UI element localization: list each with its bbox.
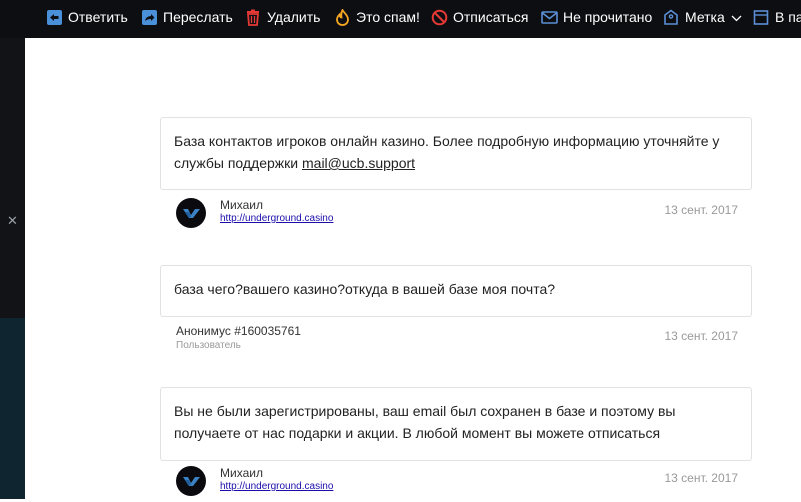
sidebar-background bbox=[0, 318, 25, 499]
unread-label: Не прочитано bbox=[563, 9, 653, 25]
support-email-link[interactable]: mail@ucb.support bbox=[302, 155, 415, 171]
unsubscribe-label: Отписаться bbox=[453, 9, 529, 25]
comment-date: 13 сент. 2017 bbox=[664, 203, 738, 217]
block-icon bbox=[430, 8, 448, 26]
forward-button[interactable]: Переслать bbox=[140, 0, 233, 34]
chevron-down-icon bbox=[731, 9, 742, 25]
comment-text: база чего?вашего казино?откуда в вашей б… bbox=[174, 281, 556, 297]
unsubscribe-button[interactable]: Отписаться bbox=[430, 0, 528, 34]
delete-label: Удалить bbox=[267, 9, 321, 25]
comment-author[interactable]: Михаил bbox=[220, 198, 263, 212]
comment-bubble: База контактов игроков онлайн казино. Бо… bbox=[160, 117, 752, 190]
flame-icon bbox=[333, 8, 351, 26]
forward-label: Переслать bbox=[163, 9, 233, 25]
mark-unread-button[interactable]: Не прочитано bbox=[540, 0, 652, 34]
folder-icon bbox=[752, 8, 770, 26]
forward-icon bbox=[140, 8, 158, 26]
comment-date: 13 сент. 2017 bbox=[664, 329, 738, 343]
author-site-link[interactable]: http://underground.casino bbox=[220, 481, 333, 492]
avatar[interactable] bbox=[176, 466, 206, 496]
reply-icon bbox=[45, 8, 63, 26]
close-icon[interactable]: ✕ bbox=[6, 214, 19, 227]
spam-label: Это спам! bbox=[356, 9, 420, 25]
reply-label: Ответить bbox=[68, 9, 128, 25]
comment-meta: Анонимус #160035761 Пользователь 13 сент… bbox=[176, 324, 738, 360]
comment-bubble: база чего?вашего казино?откуда в вашей б… bbox=[160, 265, 752, 317]
spam-button[interactable]: Это спам! bbox=[333, 0, 420, 34]
label-dropdown[interactable]: Метка bbox=[662, 0, 742, 34]
avatar[interactable] bbox=[176, 198, 206, 228]
folder-label: В па bbox=[775, 9, 801, 25]
comment-date: 13 сент. 2017 bbox=[664, 471, 738, 485]
delete-button[interactable]: Удалить bbox=[244, 0, 320, 34]
comment-text: Вы не были зарегистрированы, ваш email б… bbox=[174, 403, 676, 441]
author-site-link[interactable]: http://underground.casino bbox=[220, 213, 333, 224]
trash-icon bbox=[244, 8, 262, 26]
comment-text: База контактов игроков онлайн казино. Бо… bbox=[174, 133, 720, 171]
author-role: Пользователь bbox=[176, 340, 241, 351]
tag-icon bbox=[662, 8, 680, 26]
mail-toolbar: Ответить Переслать Удалить Это спам! Отп… bbox=[0, 0, 801, 38]
comment-bubble: Вы не были зарегистрированы, ваш email б… bbox=[160, 387, 752, 461]
comment-author: Анонимус #160035761 bbox=[176, 324, 301, 338]
comment-author[interactable]: Михаил bbox=[220, 466, 263, 480]
comment-meta: Михаил http://underground.casino 13 сент… bbox=[176, 466, 738, 502]
comment-meta: Михаил http://underground.casino 13 сент… bbox=[176, 198, 738, 234]
left-sidebar-strip: ✕ bbox=[0, 38, 25, 499]
envelope-icon bbox=[540, 8, 558, 26]
reply-button[interactable]: Ответить bbox=[45, 0, 128, 34]
label-label: Метка bbox=[685, 9, 725, 25]
move-to-folder-button[interactable]: В па bbox=[752, 0, 801, 34]
